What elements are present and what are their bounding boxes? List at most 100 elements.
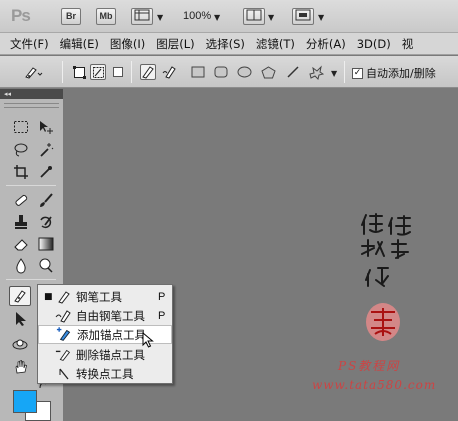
healing-brush-icon <box>15 194 28 206</box>
view-extras-button[interactable] <box>131 8 153 25</box>
options-bar: ▼ ✓ 自动添加/删除 <box>0 56 458 88</box>
fill-pixels-button[interactable] <box>110 64 126 80</box>
menu-select[interactable]: 选择(S) <box>206 36 245 52</box>
options-separator <box>62 61 63 83</box>
eraser-icon <box>14 239 28 251</box>
auto-add-delete-option[interactable]: ✓ 自动添加/删除 <box>352 65 436 81</box>
flyout-shortcut: P <box>158 309 166 322</box>
rectangle-icon <box>191 66 205 78</box>
menu-analysis[interactable]: 分析(A) <box>306 36 346 52</box>
application-bar: Ps Br Mb ▼ 100% ▼ ▼ ▼ <box>0 0 458 33</box>
menu-layer[interactable]: 图层(L) <box>156 36 194 52</box>
custom-shape-icon <box>309 64 324 80</box>
custom-shape-tool-button[interactable] <box>308 64 324 80</box>
eraser-tool[interactable] <box>10 234 32 254</box>
screen-mode-icon <box>295 9 311 21</box>
shape-layers-button[interactable] <box>71 64 87 80</box>
history-brush-tool[interactable] <box>35 212 57 232</box>
chevron-down-icon[interactable]: ▼ <box>157 13 163 22</box>
chevron-down-icon[interactable]: ▼ <box>318 13 324 22</box>
auto-add-delete-checkbox[interactable]: ✓ <box>352 67 363 79</box>
collapse-panel-icon[interactable]: ◂◂ <box>0 89 63 99</box>
rectangle-tool-button[interactable] <box>190 64 206 80</box>
chevron-down-icon[interactable]: ▼ <box>268 13 274 22</box>
move-tool[interactable] <box>35 117 57 137</box>
tools-separator <box>6 279 56 280</box>
3d-rotate-tool[interactable] <box>10 335 32 355</box>
add-anchor-point-icon <box>56 326 74 343</box>
launch-bridge-button[interactable]: Br <box>61 8 81 25</box>
polygon-tool-button[interactable] <box>260 64 276 80</box>
path-selection-icon <box>16 312 26 326</box>
clone-stamp-tool[interactable] <box>10 212 32 232</box>
flyout-shortcut: P <box>158 290 166 303</box>
dodge-icon <box>39 258 53 273</box>
flyout-item-label: 自由钢笔工具 <box>76 308 145 323</box>
tools-separator <box>6 185 56 186</box>
menu-3d[interactable]: 3D(D) <box>357 37 391 51</box>
menu-file[interactable]: 文件(F) <box>10 36 49 52</box>
flyout-item-label: 添加锚点工具 <box>77 327 146 342</box>
3d-rotate-icon <box>12 339 28 350</box>
tool-preset-picker[interactable] <box>22 64 44 80</box>
blur-tool[interactable] <box>10 256 32 276</box>
menu-bar: 文件(F) 编辑(E) 图像(I) 图层(L) 选择(S) 滤镜(T) 分析(A… <box>0 33 458 55</box>
options-separator <box>344 61 345 83</box>
arrange-documents-icon <box>246 9 262 21</box>
zoom-level[interactable]: 100% <box>183 10 211 22</box>
history-brush-icon <box>40 216 52 229</box>
crop-icon <box>14 165 28 179</box>
rounded-rectangle-icon <box>214 66 228 78</box>
freeform-pen-icon <box>55 307 73 324</box>
panel-grip[interactable] <box>4 103 59 108</box>
ellipse-tool-button[interactable] <box>236 64 252 80</box>
foreground-color-swatch[interactable] <box>13 390 37 413</box>
delete-anchor-point-icon <box>55 346 73 363</box>
freeform-pen-button[interactable] <box>162 64 178 80</box>
flyout-item-convert-point[interactable]: 转换点工具 <box>38 364 172 383</box>
auto-add-delete-label: 自动添加/删除 <box>366 67 436 80</box>
pen-tool[interactable] <box>9 286 31 306</box>
line-tool-button[interactable] <box>285 64 301 80</box>
menu-view[interactable]: 视 <box>402 36 414 52</box>
flyout-item-label: 钢笔工具 <box>76 289 122 304</box>
menu-edit[interactable]: 编辑(E) <box>60 36 99 52</box>
move-icon <box>40 121 53 134</box>
menu-filter[interactable]: 滤镜(T) <box>256 36 295 52</box>
lasso-tool[interactable] <box>10 140 32 160</box>
crop-tool[interactable] <box>10 162 32 182</box>
rounded-rectangle-tool-button[interactable] <box>213 64 229 80</box>
pen-tool-icon <box>55 288 73 305</box>
launch-minibridge-button[interactable]: Mb <box>96 8 116 25</box>
mouse-cursor-icon <box>142 332 154 348</box>
fill-pixels-icon <box>113 67 123 77</box>
hand-icon <box>15 359 27 374</box>
chevron-down-icon[interactable]: ▼ <box>331 69 337 78</box>
flyout-item-freeform-pen[interactable]: 自由钢笔工具 P <box>38 306 172 325</box>
flyout-item-label: 删除锚点工具 <box>76 347 145 362</box>
site-url-watermark: www.tata580.com <box>312 378 437 392</box>
calligraphy-watermark <box>361 213 411 287</box>
line-icon <box>287 66 299 78</box>
path-selection-tool[interactable] <box>10 309 32 329</box>
arrange-documents-button[interactable] <box>243 8 265 25</box>
magic-wand-tool[interactable] <box>35 140 57 160</box>
spot-healing-brush-tool[interactable] <box>10 190 32 210</box>
eyedropper-tool[interactable] <box>35 162 57 182</box>
gradient-tool[interactable] <box>35 234 57 254</box>
menu-image[interactable]: 图像(I) <box>110 36 145 52</box>
marquee-tool[interactable] <box>10 117 32 137</box>
hand-tool[interactable] <box>10 357 32 377</box>
pen-tool-icon <box>142 66 154 79</box>
paths-button[interactable] <box>90 64 106 80</box>
freeform-pen-icon <box>162 66 176 79</box>
dodge-tool[interactable] <box>35 256 57 276</box>
chevron-down-icon[interactable]: ▼ <box>214 13 220 22</box>
brush-tool[interactable] <box>35 190 57 210</box>
gradient-icon <box>38 237 54 251</box>
pen-tool-icon <box>25 67 43 79</box>
pen-tool-button[interactable] <box>140 64 156 80</box>
screen-mode-button[interactable] <box>292 8 314 25</box>
photoshop-logo: Ps <box>11 6 31 25</box>
flyout-item-pen[interactable]: ■ 钢笔工具 P <box>38 287 172 306</box>
